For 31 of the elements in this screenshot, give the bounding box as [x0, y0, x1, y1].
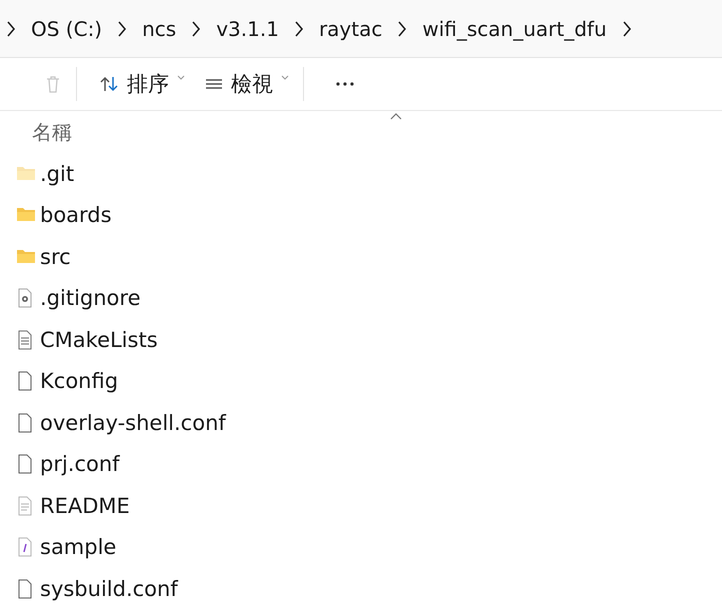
breadcrumb-item[interactable]: OS (C:)	[31, 16, 102, 40]
sort-button[interactable]: 排序	[89, 64, 195, 104]
file-name[interactable]: .git	[40, 162, 74, 186]
file-name[interactable]: sysbuild.conf	[40, 576, 178, 601]
chevron-icon	[6, 20, 16, 38]
file-name[interactable]: boards	[40, 203, 112, 228]
list-view-icon	[205, 77, 223, 91]
trash-icon	[44, 74, 62, 94]
caret-icon	[281, 75, 289, 81]
file-name[interactable]: .gitignore	[40, 286, 140, 310]
caret-icon	[177, 75, 185, 81]
chevron-icon	[117, 20, 128, 38]
breadcrumb-item[interactable]: wifi_scan_uart_dfu	[422, 16, 607, 40]
more-icon	[336, 82, 354, 86]
file-name[interactable]: sample	[40, 535, 116, 560]
view-button[interactable]: 檢視	[195, 64, 299, 104]
breadcrumb-item[interactable]: ncs	[142, 16, 176, 40]
column-header[interactable]: 名稱	[32, 118, 72, 146]
file-name[interactable]: prj.conf	[40, 452, 120, 476]
file-name[interactable]: Kconfig	[40, 369, 118, 394]
sort-arrows-icon	[99, 75, 119, 93]
chevron-icon	[622, 20, 632, 38]
file-name[interactable]: src	[40, 244, 71, 269]
breadcrumb-item[interactable]: v3.1.1	[216, 16, 279, 40]
file-name[interactable]: overlay-shell.conf	[40, 410, 226, 435]
chevron-icon	[294, 20, 304, 38]
chevron-icon	[191, 20, 202, 38]
chevron-icon	[397, 20, 408, 38]
file-name[interactable]: CMakeLists	[40, 328, 158, 352]
breadcrumb-item[interactable]: raytac	[318, 16, 382, 40]
file-name[interactable]: README	[40, 494, 130, 518]
